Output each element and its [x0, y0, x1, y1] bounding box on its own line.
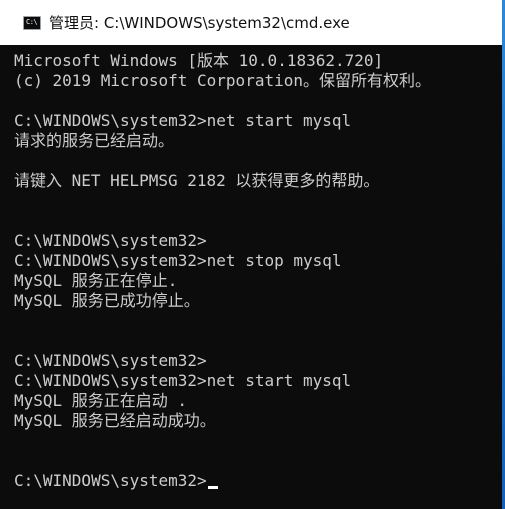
console-output[interactable]: Microsoft Windows [版本 10.0.18362.720] (c… [0, 45, 505, 509]
title-bar[interactable]: C:\ 管理员: C:\WINDOWS\system32\cmd.exe [0, 0, 505, 45]
console-line: MySQL 服务已经启动成功。 [14, 411, 216, 430]
console-line: 请求的服务已经启动。 [14, 131, 175, 150]
console-line: (c) 2019 Microsoft Corporation。保留所有权利。 [14, 71, 431, 90]
console-line: C:\WINDOWS\system32>net stop mysql [14, 251, 342, 270]
console-prompt: C:\WINDOWS\system32> [14, 471, 207, 490]
cmd-icon: C:\ [23, 15, 41, 30]
console-line: MySQL 服务正在停止. [14, 271, 178, 290]
console-line: C:\WINDOWS\system32> [14, 231, 207, 250]
cmd-icon-text: C:\ [26, 17, 38, 26]
console-line: MySQL 服务已成功停止。 [14, 291, 200, 310]
console-line: MySQL 服务正在启动 . [14, 391, 188, 410]
console-line: C:\WINDOWS\system32>net start mysql [14, 111, 352, 130]
console-prompt-line[interactable]: C:\WINDOWS\system32> [14, 471, 505, 491]
window-title: 管理员: C:\WINDOWS\system32\cmd.exe [49, 14, 350, 32]
cmd-window: C:\ 管理员: C:\WINDOWS\system32\cmd.exe Mic… [0, 0, 505, 509]
console-line: C:\WINDOWS\system32>net start mysql [14, 371, 352, 390]
text-cursor [207, 486, 218, 489]
console-line: 请键入 NET HELPMSG 2182 以获得更多的帮助。 [14, 171, 380, 190]
console-line: C:\WINDOWS\system32> [14, 351, 207, 370]
console-line: Microsoft Windows [版本 10.0.18362.720] [14, 51, 384, 70]
